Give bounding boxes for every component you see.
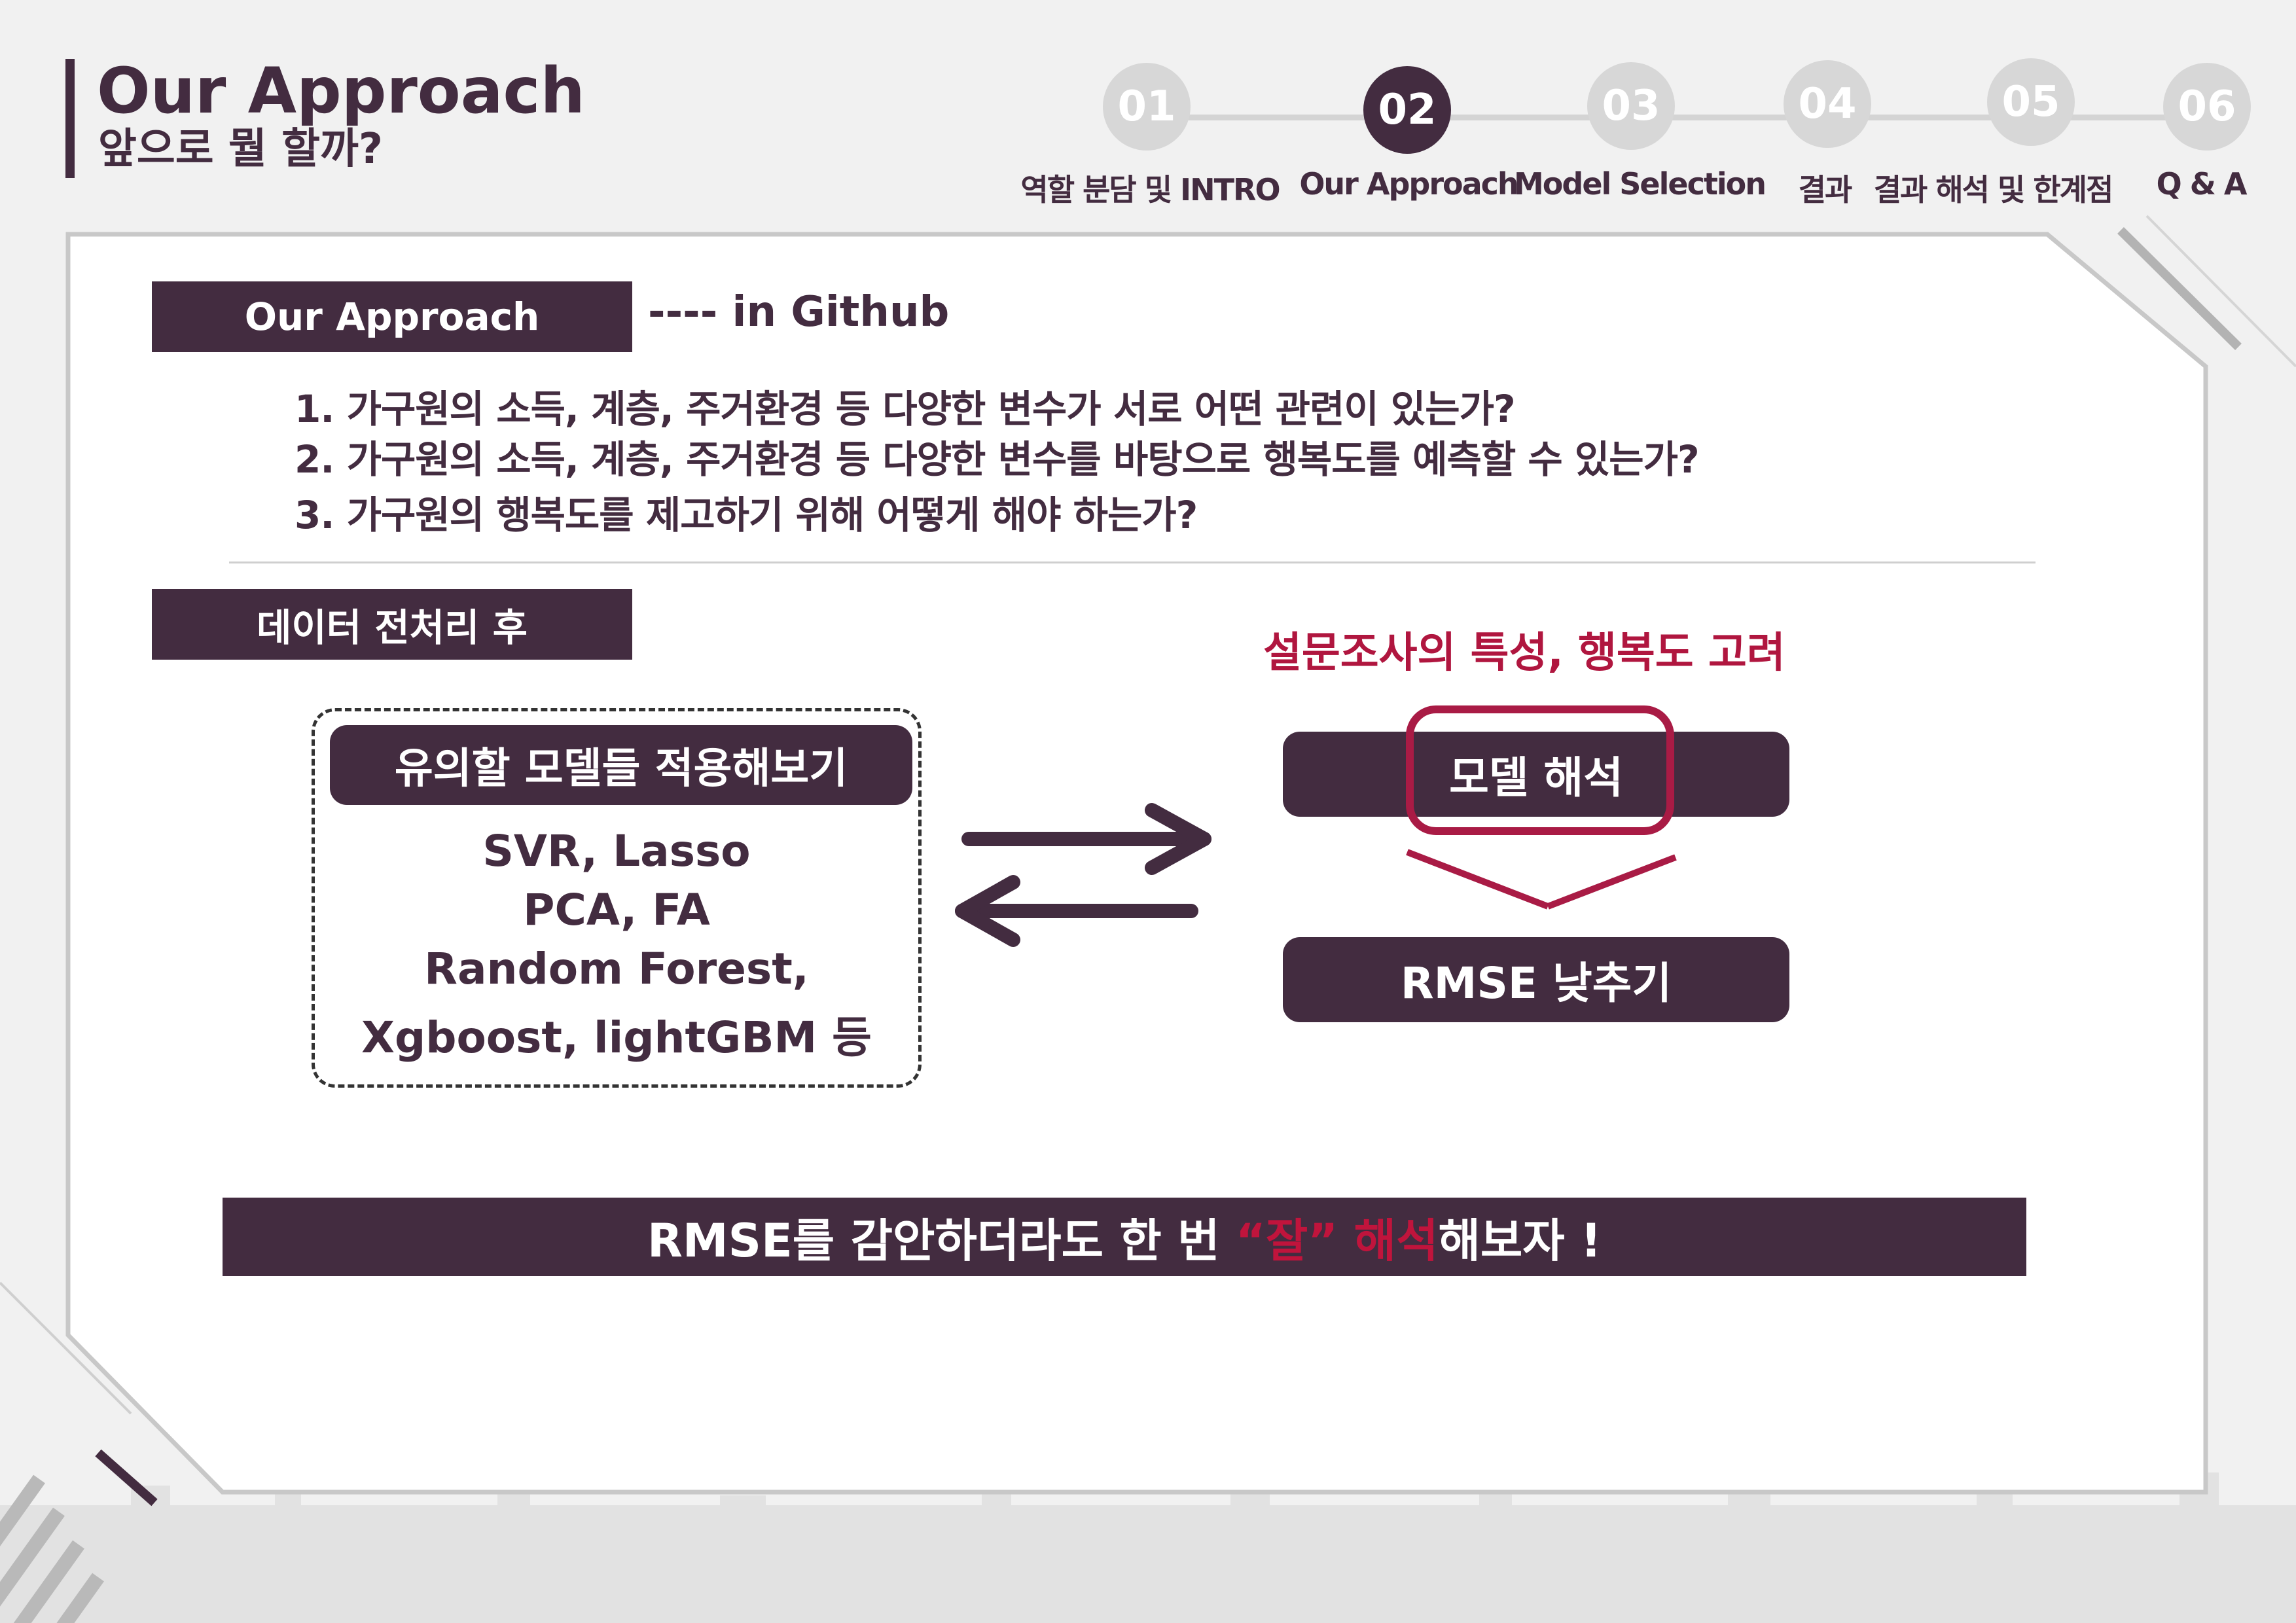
banner-prefix: RMSE를 감안하더라도 한 번 [647,1213,1236,1268]
left-arrow-icon [955,875,1198,947]
banner-suffix: 해보자 ! [1438,1213,1602,1268]
banner-highlight: “잘” 해석 [1235,1213,1439,1268]
conclusion-banner: RMSE를 감안하더라도 한 번 “잘” 해석 해보자 ! [223,1198,2026,1276]
arrows-layer [955,803,1677,947]
rmse-box: RMSE 낮추기 [1283,937,1789,1022]
right-arrow-icon [961,803,1211,875]
funnel-connector [1406,849,1677,910]
interpretation-highlight [1406,705,1674,835]
